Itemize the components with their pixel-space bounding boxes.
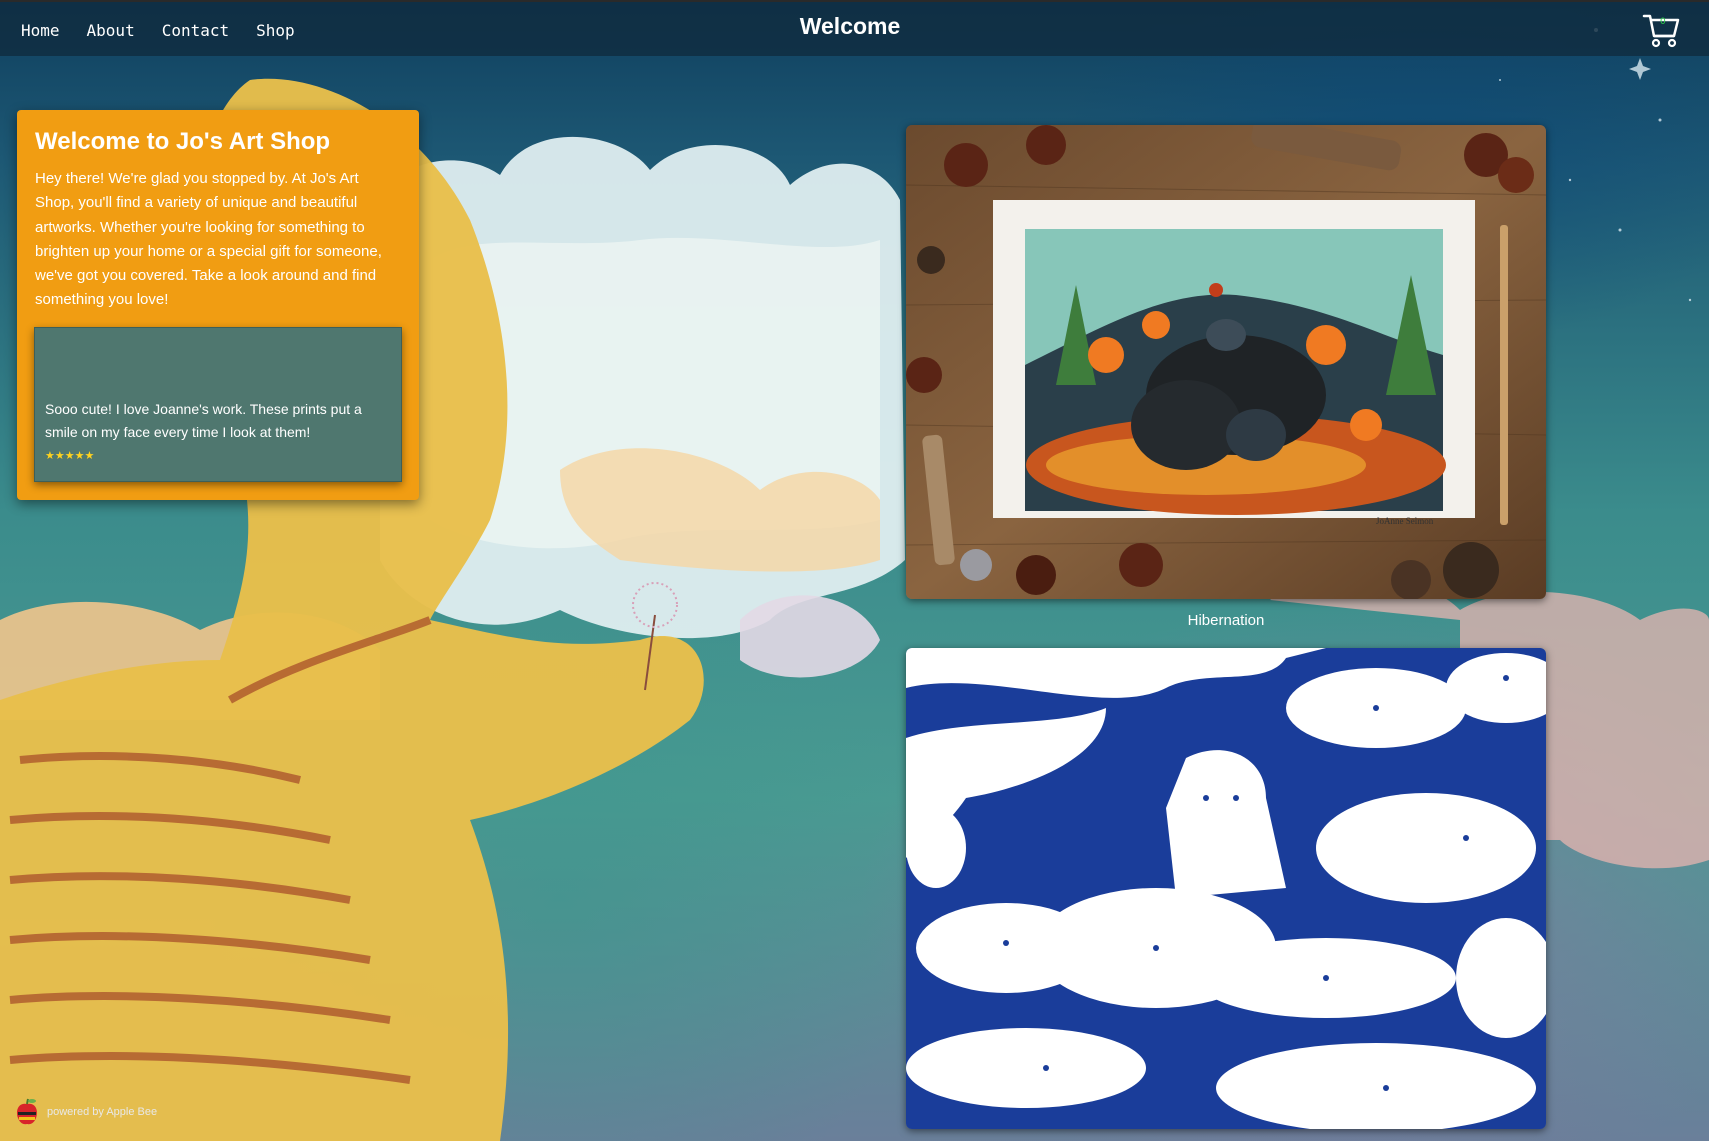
review-box: Sooo cute! I love Joanne's work. These p…	[34, 327, 402, 482]
top-navbar: Home About Contact Shop Welcome 0	[0, 0, 1709, 56]
artwork-caption-hibernation: Hibernation	[1187, 612, 1265, 629]
powered-by-text: powered by Apple Bee	[47, 1106, 158, 1118]
welcome-card: Welcome to Jo's Art Shop Hey there! We'r…	[17, 110, 419, 500]
apple-bee-logo-icon	[17, 1098, 37, 1125]
artwork-seals-image	[906, 648, 1546, 1129]
page-title: Welcome	[799, 13, 901, 39]
powered-by-badge[interactable]: powered by Apple Bee	[15, 1098, 157, 1126]
cart-button[interactable]: 0	[1642, 12, 1680, 48]
review-stars: ★★★★★	[45, 450, 95, 462]
welcome-text: Hey there! We're glad you stopped by. At…	[35, 170, 382, 309]
artwork-signature: JoAnne Selmon	[1376, 516, 1434, 526]
review-text: Sooo cute! I love Joanne's work. These p…	[45, 401, 362, 440]
artwork-seals[interactable]	[906, 648, 1546, 1129]
artwork-hibernation[interactable]: JoAnne Selmon	[906, 125, 1546, 599]
welcome-heading: Welcome to Jo's Art Shop	[35, 128, 331, 155]
artwork-hibernation-image: JoAnne Selmon	[906, 125, 1546, 599]
cart-count-badge: 0	[1660, 17, 1666, 27]
